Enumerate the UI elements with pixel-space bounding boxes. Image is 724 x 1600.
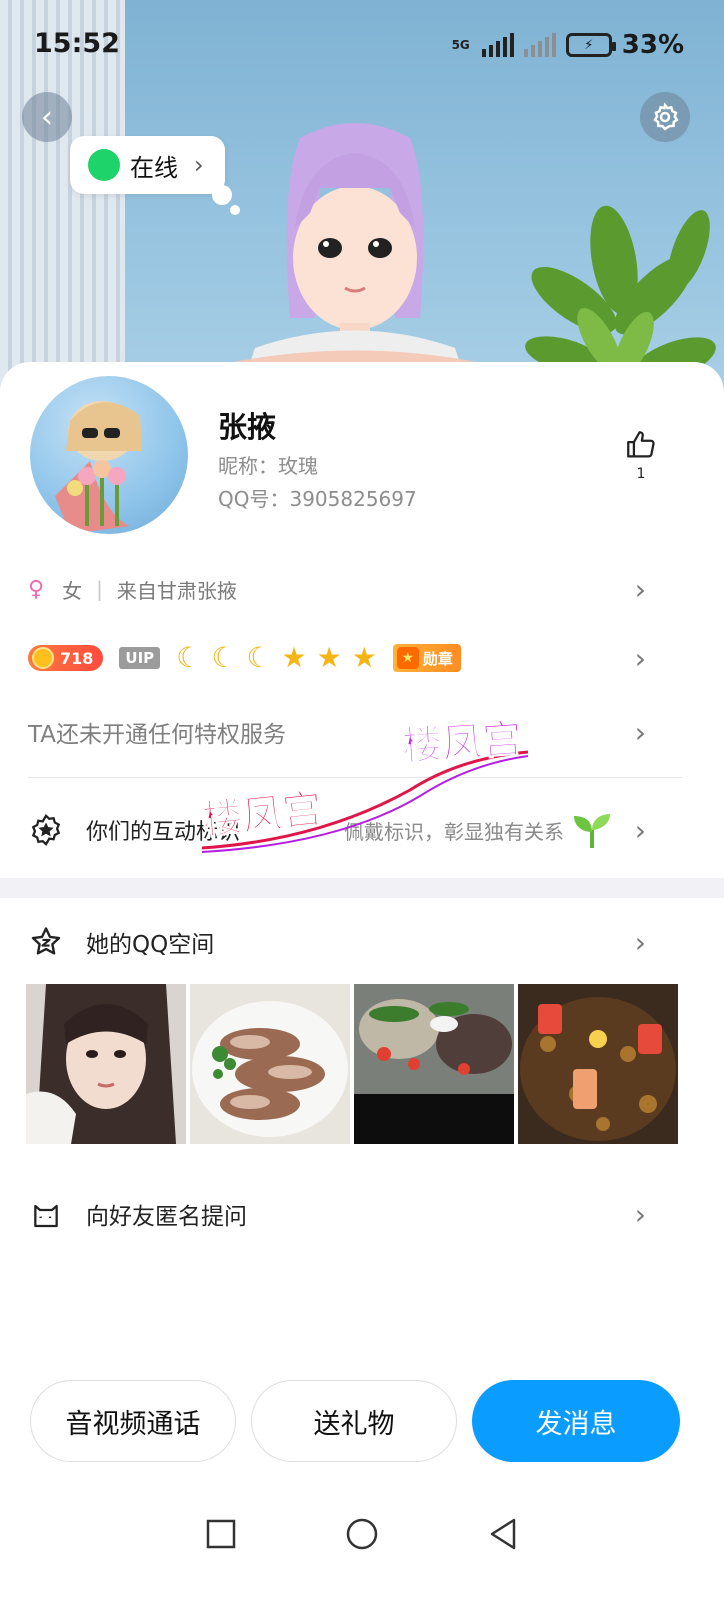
- online-dot-icon: [88, 149, 120, 181]
- profile-qq-number: QQ号：3905825697: [218, 487, 417, 511]
- level-row[interactable]: 718 UIP ☾ ☾ ☾ ★ ★ ★ ★ 勋章 ›: [28, 638, 694, 678]
- hotpot-photo: [354, 984, 514, 1144]
- watermark-text: 楼凤宫: [400, 715, 524, 771]
- qzone-row[interactable]: 她的QQ空间 ›: [28, 922, 694, 962]
- qzone-label: 她的QQ空间: [86, 932, 215, 958]
- av-call-button[interactable]: 音视频通话: [30, 1380, 236, 1462]
- bubble-tail-small: [230, 205, 240, 215]
- back-button[interactable]: ‹: [22, 92, 72, 142]
- chevron-right-icon: ›: [634, 572, 646, 606]
- star-icon: ★: [316, 641, 342, 674]
- location-text: 来自甘肃张掖: [116, 578, 237, 603]
- basic-info-row[interactable]: ♀ 女 | 来自甘肃张掖 ›: [28, 572, 694, 606]
- level-number: 718: [60, 648, 94, 668]
- anonymous-ask-label: 向好友匿名提问: [86, 1204, 247, 1230]
- coin-icon: [32, 647, 54, 669]
- profile-name: 张掖: [218, 410, 277, 444]
- like-button[interactable]: 1: [620, 428, 662, 482]
- status-time: 15:52: [34, 28, 120, 59]
- star-icon: ★: [351, 641, 377, 674]
- moon-icon: ☾: [246, 641, 272, 674]
- interaction-badge-icon: [28, 812, 64, 848]
- online-status-text: 在线: [130, 153, 178, 182]
- level-pill: 718: [28, 645, 104, 671]
- profile-hero: 15:52 5G ⚡ 33% ‹ 在线 ›: [0, 0, 724, 400]
- female-icon: ♀: [28, 576, 45, 602]
- qzone-photo[interactable]: [190, 984, 350, 1144]
- home-icon[interactable]: [346, 1518, 378, 1550]
- chevron-right-icon: ›: [634, 813, 646, 847]
- vip-badge: UIP: [119, 647, 161, 669]
- chevron-right-icon: ›: [634, 641, 646, 675]
- system-navigation-bar: [0, 1494, 724, 1574]
- profile-nickname: 昵称：玫瑰: [218, 454, 318, 478]
- medal-label: 勋章: [422, 649, 453, 668]
- chevron-right-icon: ›: [634, 1197, 646, 1231]
- settings-button[interactable]: [640, 92, 690, 142]
- send-message-button[interactable]: 发消息: [472, 1380, 680, 1462]
- sprout-icon: [574, 814, 610, 848]
- send-gift-button[interactable]: 送礼物: [251, 1380, 457, 1462]
- section-gap: [0, 878, 724, 898]
- signal-2-icon: [523, 33, 556, 57]
- qzone-photo[interactable]: [518, 984, 678, 1144]
- avatar-photo: [55, 401, 142, 534]
- gender-text: 女: [62, 578, 83, 603]
- zepeto-avatar: [205, 123, 505, 400]
- online-status-button[interactable]: 在线 ›: [70, 136, 225, 194]
- chevron-right-icon: ›: [194, 151, 204, 179]
- recents-icon[interactable]: [206, 1519, 236, 1549]
- moon-icon: ☾: [211, 641, 237, 674]
- qzone-photo-grid[interactable]: [26, 984, 680, 1144]
- like-count: 1: [636, 466, 646, 482]
- status-icons: 5G ⚡ 33%: [452, 30, 684, 60]
- anonymous-ask-row[interactable]: 向好友匿名提问 ›: [28, 1194, 694, 1234]
- cat-icon: [28, 1196, 64, 1232]
- back-triangle-icon[interactable]: [488, 1518, 518, 1550]
- qzone-photo[interactable]: [354, 984, 514, 1144]
- chevron-left-icon: ‹: [41, 99, 53, 135]
- network-label: 5G: [451, 38, 470, 52]
- stirfry-photo: [518, 984, 678, 1144]
- portrait-photo: [26, 984, 186, 1144]
- battery-icon: ⚡: [565, 33, 616, 57]
- moon-icon: ☾: [176, 641, 202, 674]
- food-photo: [190, 984, 350, 1144]
- profile-avatar[interactable]: [30, 376, 188, 534]
- battery-percent: 33%: [621, 30, 684, 60]
- chevron-right-icon: ›: [634, 715, 646, 749]
- thumbs-up-icon: [627, 431, 655, 458]
- qzone-photo[interactable]: [26, 984, 186, 1144]
- bubble-tail: [212, 185, 232, 205]
- star-icon: ★: [281, 641, 307, 674]
- gear-icon: [653, 102, 679, 131]
- signal-icon: [481, 33, 514, 57]
- medal-star-icon: ★: [396, 647, 419, 669]
- qzone-star-icon: [28, 924, 64, 960]
- medal-badge: ★ 勋章: [392, 644, 461, 672]
- chevron-right-icon: ›: [634, 925, 646, 959]
- curtain-decor: [0, 0, 125, 400]
- divider-bar: |: [96, 577, 103, 601]
